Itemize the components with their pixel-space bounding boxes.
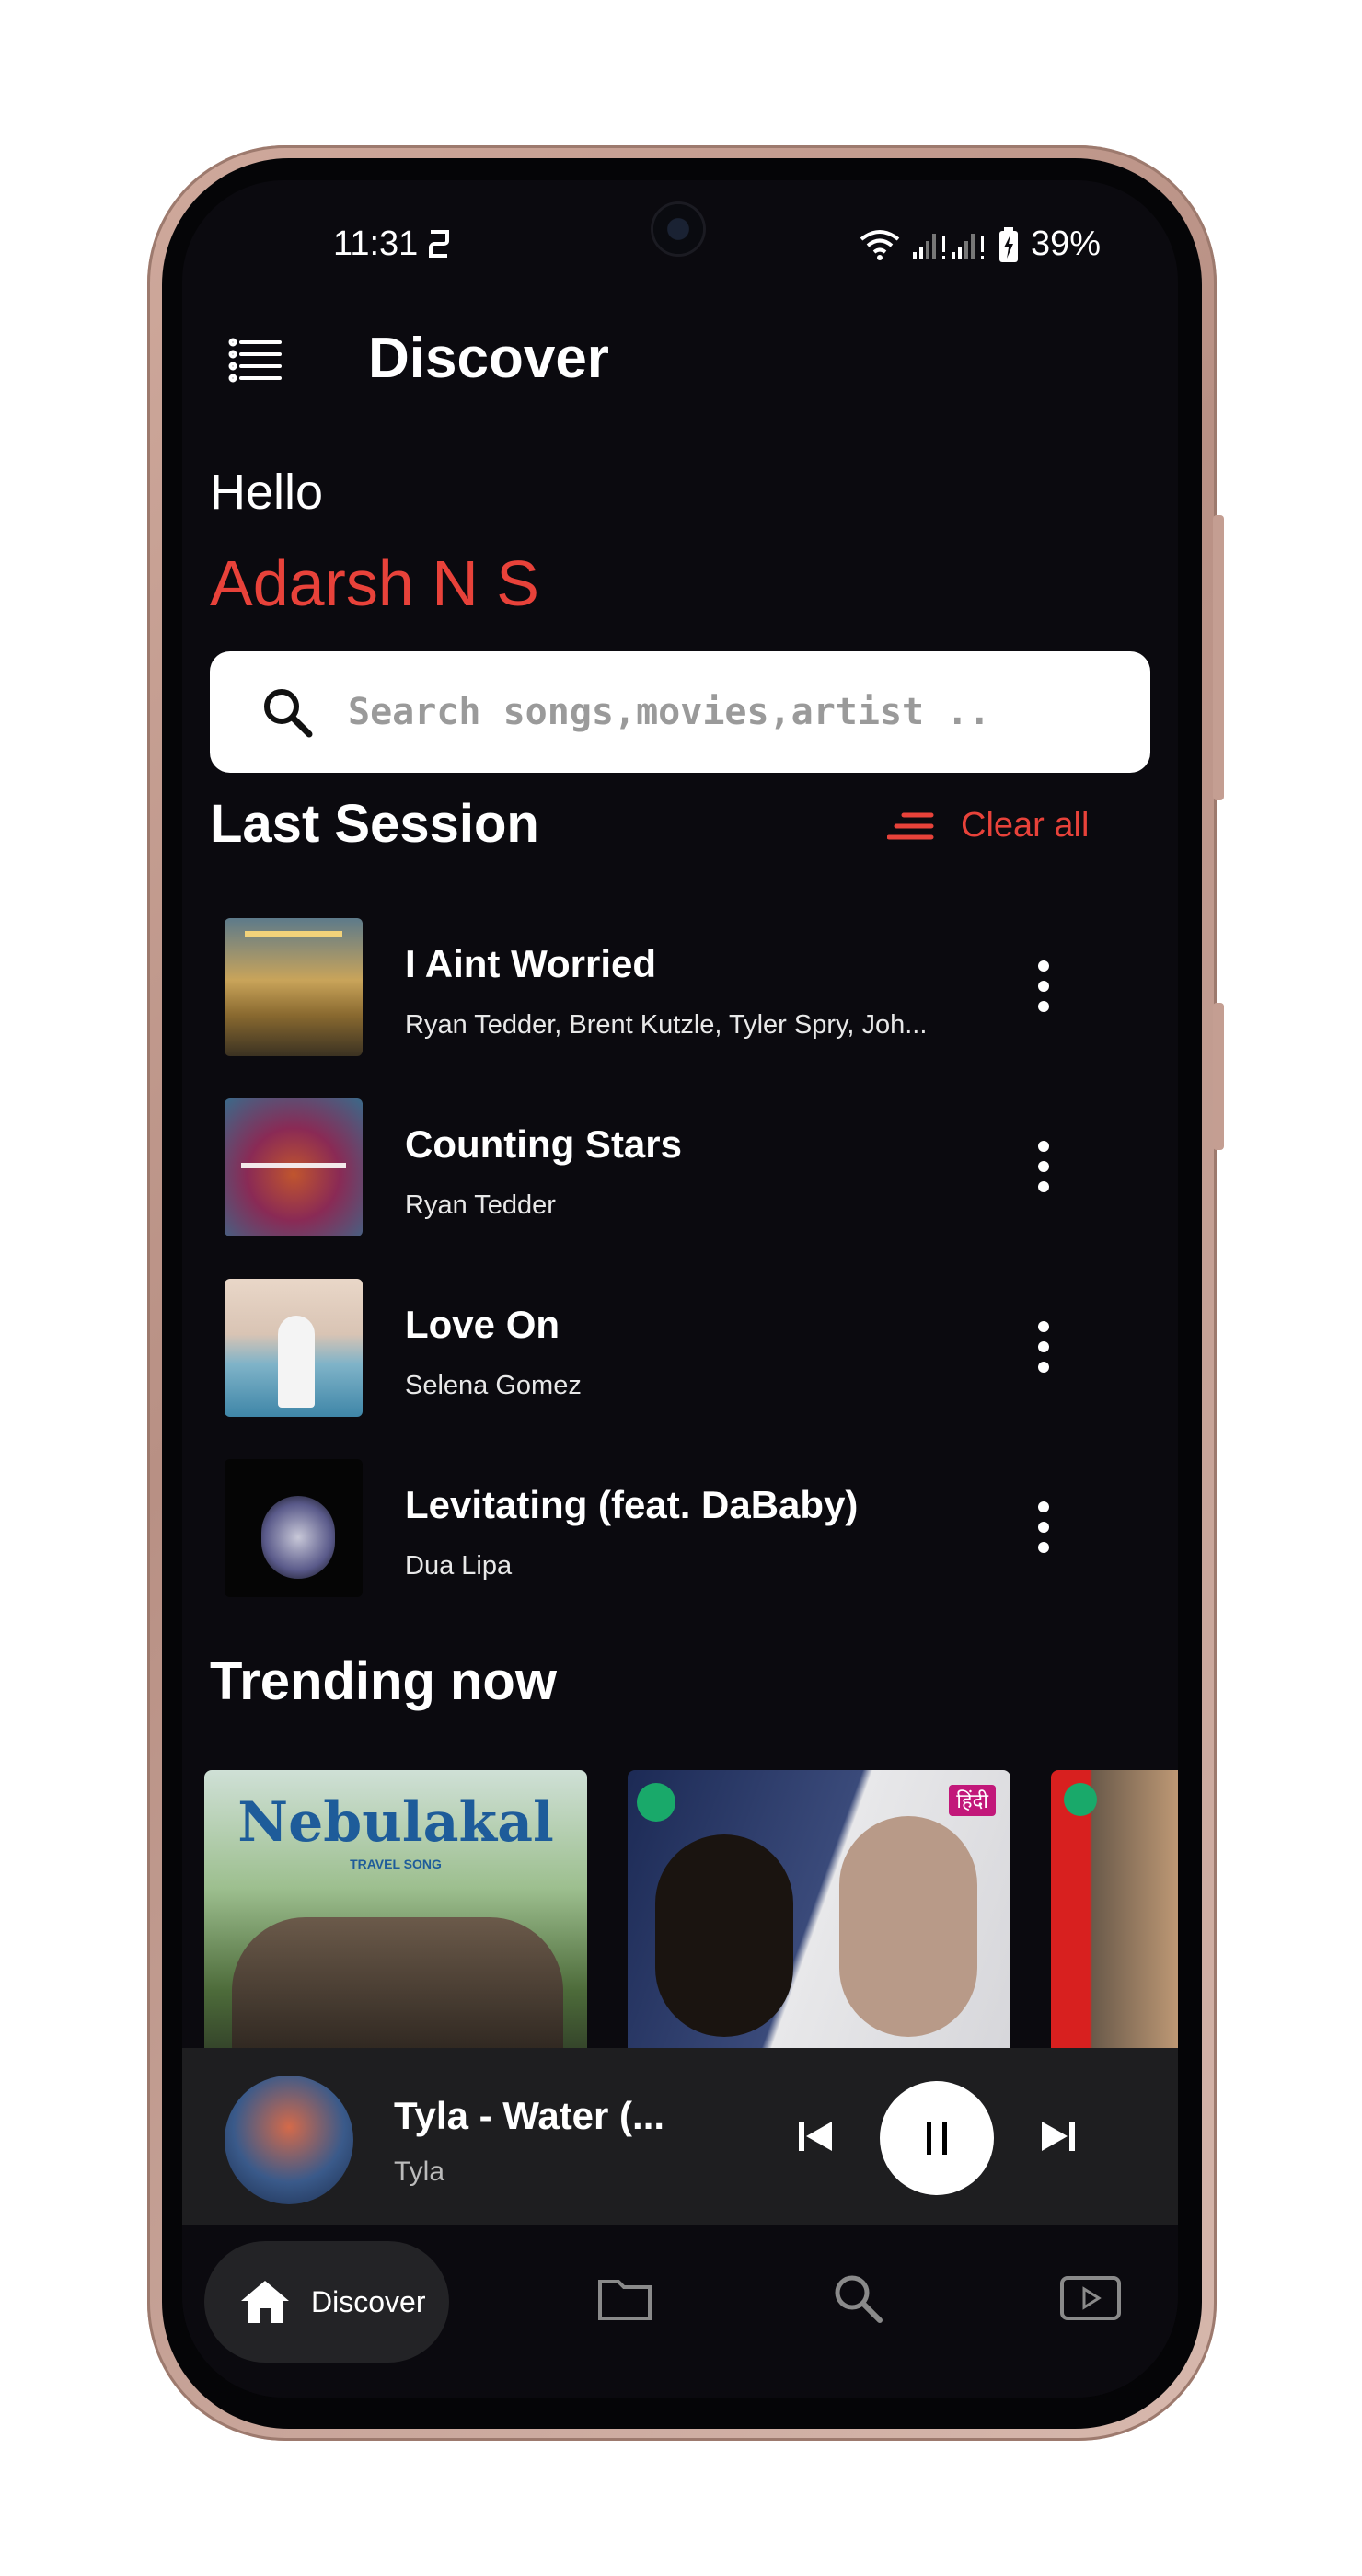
trending-card[interactable]: हिंदी <box>628 1770 1010 2064</box>
song-artists: Ryan Tedder, Brent Kutzle, Tyler Spry, J… <box>405 1010 928 1040</box>
mini-player[interactable]: Tyla - Water (... Tyla <box>182 2048 1178 2225</box>
clear-all-button[interactable]: Clear all <box>887 806 1089 845</box>
power-button <box>1213 1003 1224 1150</box>
saavn-logo-icon <box>637 1783 675 1822</box>
trending-card-heading: Nebulakal <box>237 1790 554 1855</box>
more-options-icon[interactable] <box>1034 1139 1053 1194</box>
album-art <box>225 1459 363 1597</box>
app-screen: 11:31 39% Discover Hello Adarsh N S Sear… <box>182 180 1178 2398</box>
last-session-title: Last Session <box>210 794 539 854</box>
trending-card[interactable] <box>1051 1770 1178 2064</box>
wifi-icon <box>860 229 900 260</box>
battery-charging-icon <box>998 226 1018 262</box>
now-playing-art <box>225 2076 353 2204</box>
album-art <box>225 1098 363 1236</box>
sort-lines-icon <box>887 812 934 839</box>
status-bar: 11:31 39% <box>182 224 1178 280</box>
song-row[interactable]: Love On Selena Gomez <box>225 1279 1145 1426</box>
folder-icon[interactable] <box>596 2272 653 2324</box>
battery-percent: 39% <box>1030 224 1101 263</box>
song-title: Love On <box>405 1303 560 1346</box>
song-artists: Dua Lipa <box>405 1551 513 1581</box>
status-right: 39% <box>860 224 1101 264</box>
song-title: I Aint Worried <box>405 942 656 985</box>
status-time: 11:31 <box>333 224 419 263</box>
album-art <box>225 918 363 1056</box>
song-title: Counting Stars <box>405 1122 682 1166</box>
artist-portrait-left <box>655 1834 793 2037</box>
now-playing-title: Tyla - Water (... <box>394 2094 665 2137</box>
artist-portrait-right <box>839 1816 977 2037</box>
song-title: Levitating (feat. DaBaby) <box>405 1483 859 1526</box>
more-options-icon[interactable] <box>1034 1319 1053 1374</box>
trending-title: Trending now <box>210 1651 557 1711</box>
nav-discover[interactable]: Discover <box>204 2241 449 2363</box>
search-icon <box>264 689 313 738</box>
more-options-icon[interactable] <box>1034 1500 1053 1555</box>
trending-card-subheading: TRAVEL SONG <box>350 1857 442 1871</box>
group-photo <box>232 1917 563 2064</box>
saavn-logo-icon <box>1064 1783 1097 1816</box>
bottom-navigation: Discover <box>182 2225 1178 2398</box>
app-notification-icon <box>429 230 449 258</box>
more-options-icon[interactable] <box>1034 959 1053 1014</box>
now-playing-artist: Tyla <box>394 2156 445 2187</box>
nav-discover-label: Discover <box>311 2284 426 2318</box>
search-bar[interactable] <box>210 651 1150 773</box>
song-row[interactable]: Counting Stars Ryan Tedder <box>225 1098 1145 1246</box>
user-name: Adarsh N S <box>210 547 539 619</box>
album-art <box>225 1279 363 1417</box>
song-row[interactable]: I Aint Worried Ryan Tedder, Brent Kutzle… <box>225 918 1145 1065</box>
language-tag: हिंदी <box>949 1785 996 1816</box>
song-row[interactable]: Levitating (feat. DaBaby) Dua Lipa <box>225 1459 1145 1606</box>
pause-icon <box>927 2122 947 2155</box>
greeting-hello: Hello <box>210 465 324 520</box>
song-artists: Ryan Tedder <box>405 1190 556 1220</box>
clear-all-label: Clear all <box>961 806 1090 845</box>
song-artists: Selena Gomez <box>405 1371 582 1400</box>
previous-track-icon[interactable] <box>797 2120 834 2153</box>
list-menu-icon[interactable] <box>228 337 283 383</box>
search-icon[interactable] <box>830 2272 887 2324</box>
page-title: Discover <box>368 327 609 390</box>
video-icon[interactable] <box>1058 2272 1123 2324</box>
signal-icon <box>912 233 984 259</box>
trending-card[interactable]: Nebulakal TRAVEL SONG <box>204 1770 587 2064</box>
next-track-icon[interactable] <box>1040 2120 1077 2153</box>
volume-button <box>1213 515 1224 800</box>
search-input[interactable] <box>346 690 1086 734</box>
pause-button[interactable] <box>880 2081 994 2195</box>
home-icon <box>241 2281 289 2323</box>
